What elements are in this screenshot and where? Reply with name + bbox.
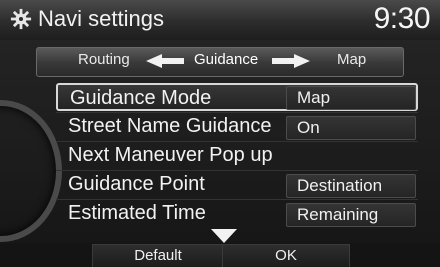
setting-value: Remaining bbox=[297, 205, 379, 224]
setting-row-next-maneuver-popup[interactable]: Next Maneuver Pop up bbox=[56, 142, 418, 170]
setting-value-guidance-mode: Map bbox=[286, 86, 416, 110]
gear-icon bbox=[10, 8, 32, 30]
setting-value-estimated-time: Remaining bbox=[286, 203, 416, 227]
setting-value: Destination bbox=[297, 176, 383, 195]
setting-label: Guidance Point bbox=[68, 173, 205, 195]
setting-label: Street Name Guidance bbox=[68, 115, 272, 137]
header-bar: Navi settings 9:30 bbox=[0, 0, 440, 40]
navi-settings-screen: Navi settings 9:30 Routing Guidance Map … bbox=[0, 0, 440, 267]
tab-map[interactable]: Map bbox=[337, 51, 366, 68]
arrow-right-icon[interactable] bbox=[272, 54, 310, 68]
ok-button-label: OK bbox=[275, 247, 297, 264]
arrow-left-icon[interactable] bbox=[146, 54, 184, 68]
tab-guidance[interactable]: Guidance bbox=[194, 51, 258, 68]
page-title: Navi settings bbox=[38, 6, 164, 31]
setting-label: Estimated Time bbox=[68, 202, 206, 224]
default-button-label: Default bbox=[134, 247, 182, 264]
default-button[interactable]: Default bbox=[92, 244, 224, 267]
setting-value-guidance-point: Destination bbox=[286, 174, 416, 198]
ok-button[interactable]: OK bbox=[222, 244, 350, 267]
dial-decoration bbox=[0, 100, 62, 242]
clock: 9:30 bbox=[373, 2, 431, 35]
setting-value: Map bbox=[297, 88, 331, 107]
setting-value: On bbox=[297, 118, 320, 137]
setting-label: Next Maneuver Pop up bbox=[68, 144, 273, 166]
setting-label: Guidance Mode bbox=[70, 87, 212, 109]
tab-routing[interactable]: Routing bbox=[78, 51, 130, 68]
scroll-down-icon[interactable] bbox=[211, 229, 237, 243]
setting-value-street-name-guidance: On bbox=[286, 116, 416, 140]
